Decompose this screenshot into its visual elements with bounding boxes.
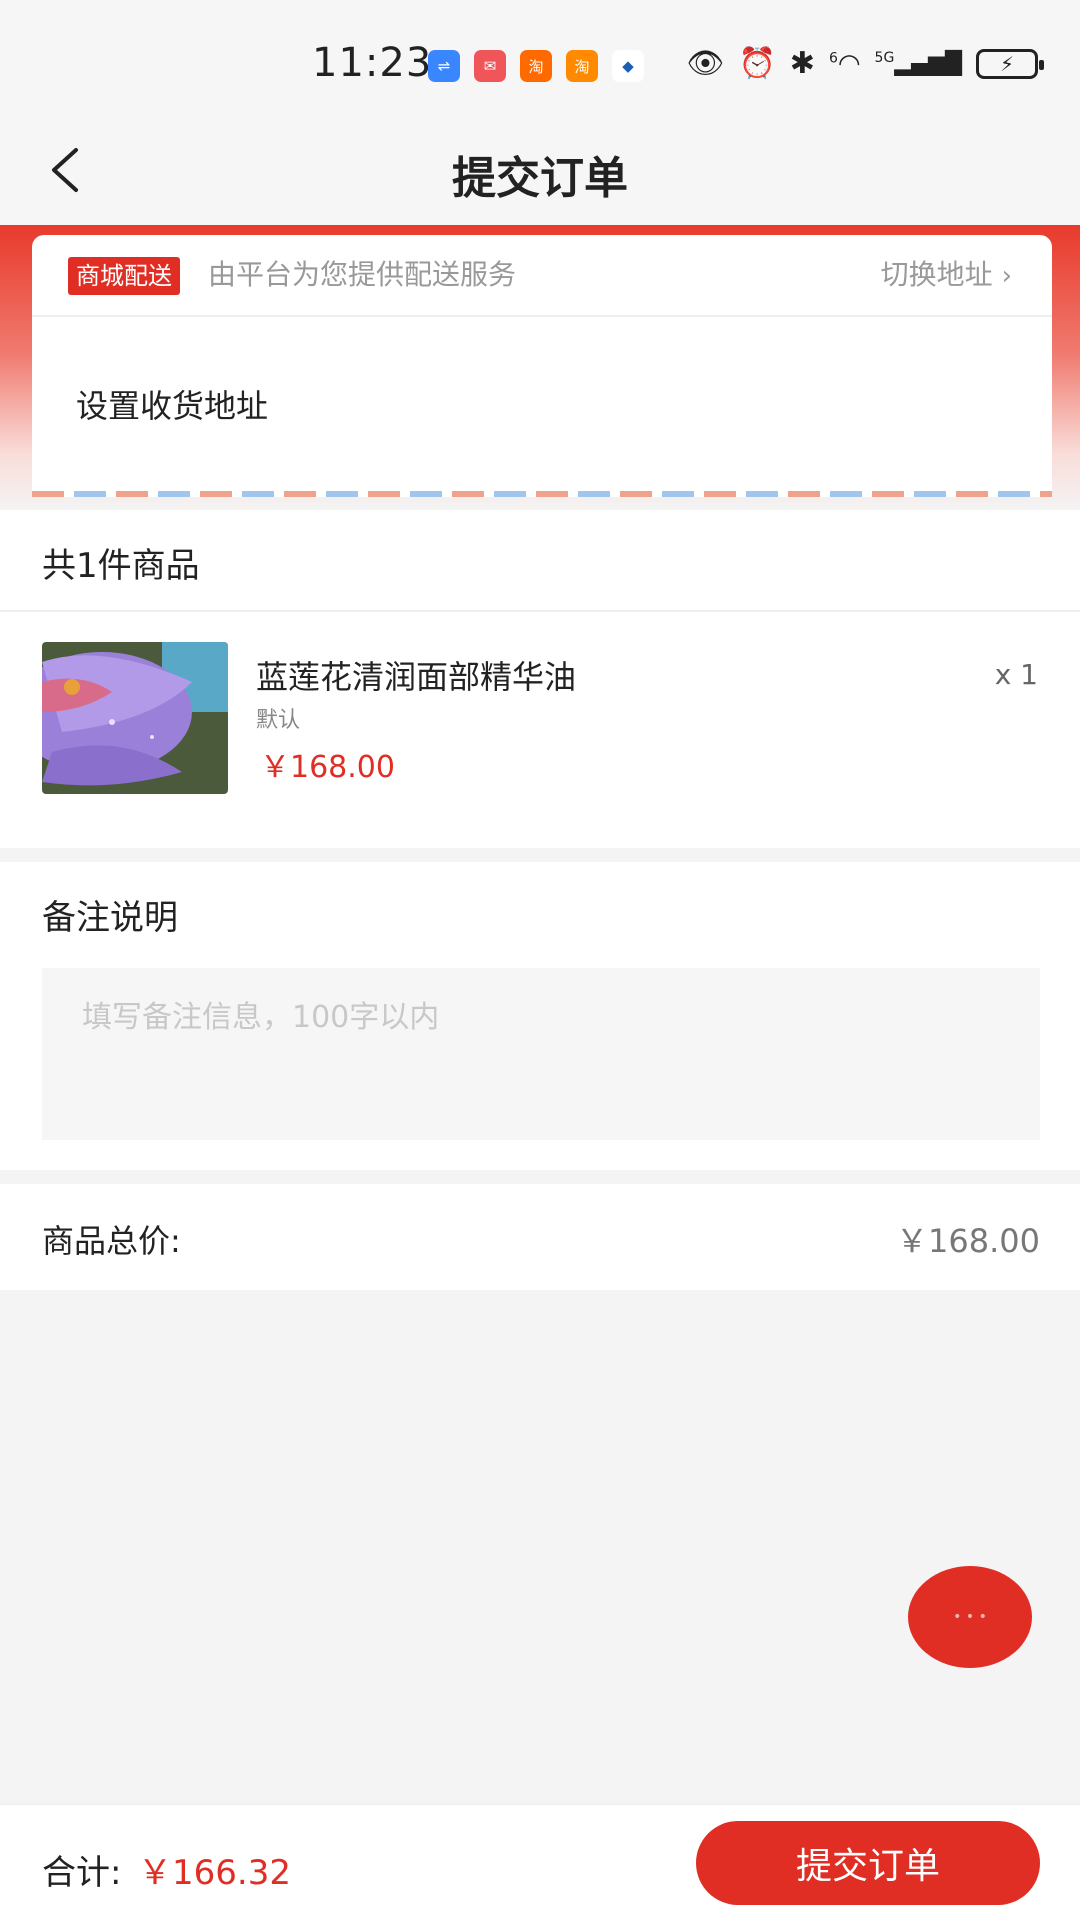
floating-action-button[interactable]: • • • xyxy=(908,1566,1032,1668)
wifi-badge: 6 xyxy=(828,49,838,66)
goods-count: 共1件商品 xyxy=(42,546,200,586)
eye-icon: 👁 xyxy=(686,46,725,81)
total-price-label: 商品总价: xyxy=(42,1222,181,1260)
sum-label: 合计: xyxy=(42,1853,122,1893)
taobao-icon: 淘 xyxy=(520,50,552,82)
system-icons: 👁 ⏰ ✱ 6◠ 5G▂▄▆█ ⚡ xyxy=(686,46,1044,81)
battery-icon: ⚡ xyxy=(976,48,1044,79)
total-price-value: ￥168.00 xyxy=(896,1222,1040,1260)
switch-address-link[interactable]: 切换地址 › xyxy=(881,255,1012,296)
status-time: 11:23 xyxy=(312,40,433,86)
taobao-flash-icon: 淘 xyxy=(566,50,598,82)
bank-icon: ◆ xyxy=(612,50,644,82)
set-address-button[interactable]: 设置收货地址 xyxy=(76,381,268,427)
delivery-row: 商城配送 由平台为您提供配送服务 切换地址 › xyxy=(32,235,1052,317)
sum-value: ￥166.32 xyxy=(138,1853,291,1893)
bottom-bar: 合计: ￥166.32 提交订单 xyxy=(0,1804,1080,1921)
total-price-row: 商品总价: ￥168.00 xyxy=(0,1184,1080,1290)
alarm-icon: ⏰ xyxy=(738,46,776,81)
bluetooth-icon: ✱ xyxy=(789,46,815,81)
network-type: 5G xyxy=(874,50,895,67)
product-image xyxy=(42,642,228,794)
delivery-badge: 商城配送 xyxy=(68,257,180,295)
remark-input[interactable] xyxy=(42,968,1040,1140)
product-quantity: x 1 xyxy=(994,658,1038,691)
address-card: 商城配送 由平台为您提供配送服务 切换地址 › 设置收货地址 xyxy=(32,235,1052,497)
divider xyxy=(0,610,1080,612)
page-header: 提交订单 xyxy=(0,120,1080,225)
product-name: 蓝莲花清润面部精华油 xyxy=(256,658,577,696)
status-bar: 11:23 ⇌ ✉ 淘 淘 ◆ 👁 ⏰ ✱ 6◠ 5G▂▄▆█ ⚡ xyxy=(0,0,1080,120)
product-price: ￥168.00 xyxy=(260,750,395,785)
more-icon: • • • xyxy=(953,1609,987,1625)
goods-section: 共1件商品 蓝莲花清润面部精华油 默认 ￥168.00 x 1 xyxy=(0,510,1080,848)
delivery-description: 由平台为您提供配送服务 xyxy=(208,258,517,291)
switch-address-label: 切换地址 xyxy=(880,258,993,291)
usb-icon: ⇌ xyxy=(428,50,460,82)
remark-title: 备注说明 xyxy=(42,898,178,938)
product-spec: 默认 xyxy=(256,708,301,733)
chevron-right-icon: › xyxy=(1001,261,1012,291)
submit-order-button[interactable]: 提交订单 xyxy=(696,1821,1040,1905)
huawei-icon: ✉ xyxy=(474,50,506,82)
notification-icons: ⇌ ✉ 淘 淘 ◆ xyxy=(428,50,644,82)
airmail-border xyxy=(32,491,1052,497)
wifi-icon: 6◠ xyxy=(828,48,861,79)
lotus-flower-image xyxy=(42,642,228,794)
signal-icon: 5G▂▄▆█ xyxy=(874,50,962,77)
remark-section: 备注说明 xyxy=(0,862,1080,1170)
page-title: 提交订单 xyxy=(452,153,628,204)
